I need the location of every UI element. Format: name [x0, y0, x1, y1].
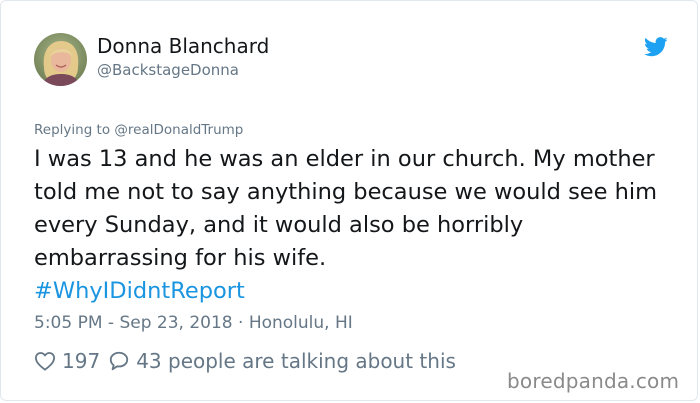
tweet-text-content: I was 13 and he was an elder in our chur… [34, 146, 658, 271]
location[interactable]: Honolulu, HI [249, 313, 353, 333]
tweet-text: I was 13 and he was an elder in our chur… [34, 143, 674, 308]
user-handle[interactable]: @BackstageDonna [97, 61, 239, 79]
tweet-meta: 5:05 PM - Sep 23, 2018 · Honolulu, HI [34, 313, 353, 333]
hashtag-link[interactable]: #WhyIDidntReport [34, 275, 674, 308]
speech-bubble-icon[interactable] [108, 350, 130, 372]
watermark: boredpanda.com [507, 369, 680, 393]
avatar-photo [34, 33, 87, 86]
avatar[interactable] [34, 33, 87, 86]
reply-target-link[interactable]: @realDonaldTrump [114, 122, 243, 138]
replying-to: Replying to @realDonaldTrump [34, 122, 243, 138]
timestamp[interactable]: 5:05 PM - Sep 23, 2018 [34, 313, 233, 333]
twitter-bird-icon[interactable] [644, 37, 668, 57]
display-name[interactable]: Donna Blanchard [97, 34, 269, 58]
meta-separator: · [238, 313, 244, 333]
tweet-card: Donna Blanchard @BackstageDonna Replying… [0, 0, 698, 401]
like-count: 197 [62, 349, 101, 373]
replying-prefix: Replying to [34, 122, 115, 138]
engagement-bar: 197 43 people are talking about this [34, 347, 456, 375]
talking-about-link[interactable]: 43 people are talking about this [136, 349, 456, 373]
heart-icon[interactable] [34, 351, 56, 371]
